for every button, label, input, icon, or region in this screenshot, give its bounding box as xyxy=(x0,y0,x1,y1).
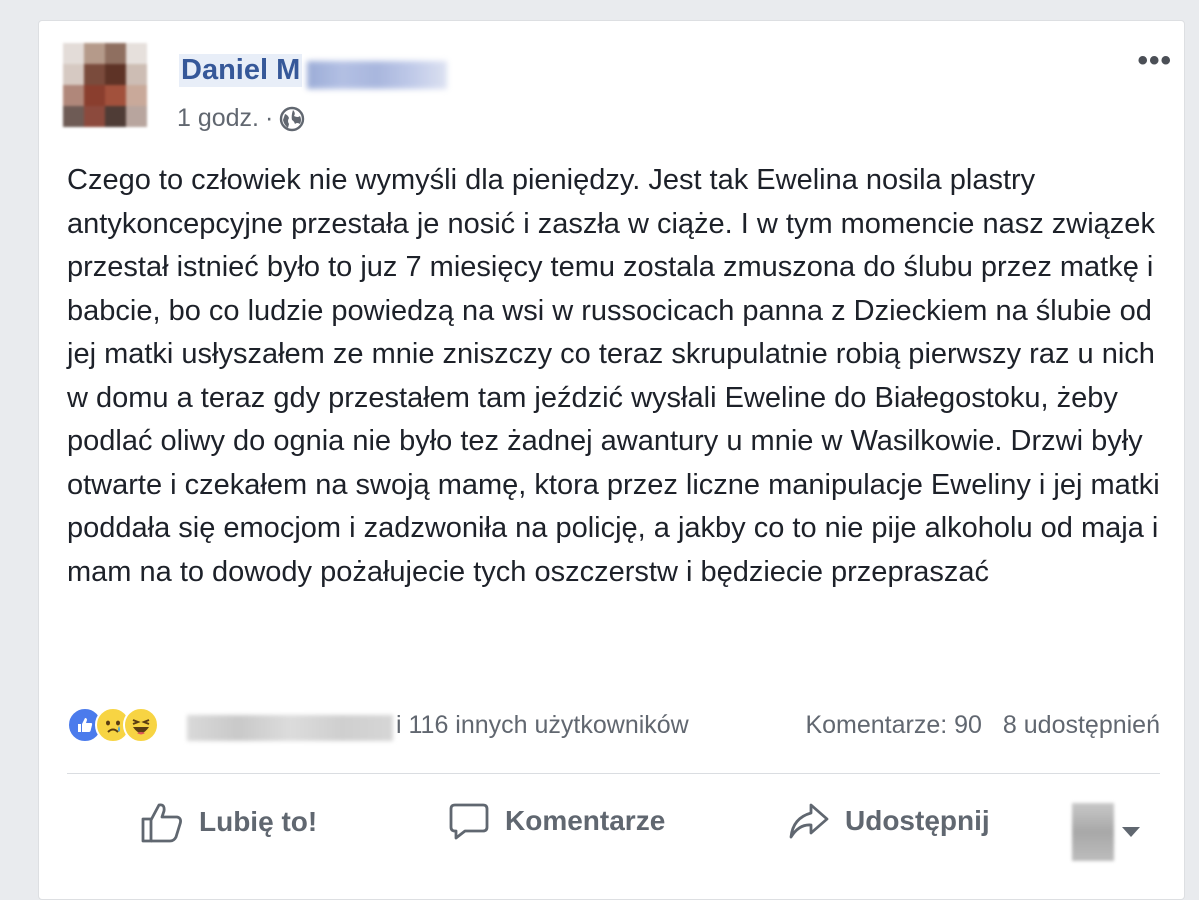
timestamp[interactable]: 1 godz. xyxy=(177,104,259,133)
action-bar: Lubię to! Komentarze Udostępnij xyxy=(67,791,1160,861)
speech-bubble-icon xyxy=(449,803,489,840)
shares-count[interactable]: 8 udostępnień xyxy=(1003,711,1160,739)
post-meta: 1 godz. · xyxy=(177,104,305,133)
redacted-avatar xyxy=(1072,803,1114,861)
engagement-counts: Komentarze: 90 8 udostępnień xyxy=(791,711,1160,740)
more-options-icon[interactable]: ••• xyxy=(1137,46,1172,76)
comment-button[interactable]: Komentarze xyxy=(447,799,665,843)
like-button[interactable]: Lubię to! xyxy=(139,799,317,845)
reactions-row: i 116 innych użytkowników Komentarze: 90… xyxy=(67,707,1160,747)
thumbs-up-icon xyxy=(141,803,182,843)
haha-icon xyxy=(123,707,159,743)
meta-separator: · xyxy=(265,104,274,132)
author-name[interactable]: Daniel M xyxy=(179,54,303,87)
comments-count[interactable]: Komentarze: 90 xyxy=(805,711,982,739)
audience-selector[interactable] xyxy=(1072,803,1140,861)
post-text: Czego to człowiek nie wymyśli dla pienię… xyxy=(67,164,1160,588)
chevron-down-icon xyxy=(1122,827,1140,837)
post-card: Daniel M 1 godz. · ••• Czego to człowiek… xyxy=(38,20,1185,900)
comment-label: Komentarze xyxy=(505,805,666,836)
avatar[interactable] xyxy=(63,43,147,127)
share-label: Udostępnij xyxy=(845,805,990,836)
share-button[interactable]: Udostępnij xyxy=(787,799,990,843)
divider xyxy=(67,773,1160,774)
share-arrow-icon xyxy=(789,803,829,839)
globe-icon[interactable] xyxy=(279,106,305,132)
redacted-name xyxy=(307,61,447,89)
like-label: Lubię to! xyxy=(199,806,318,837)
reaction-icons[interactable] xyxy=(67,707,159,743)
reactions-others[interactable]: i 116 innych użytkowników xyxy=(396,711,689,740)
redacted-reactor-names xyxy=(187,715,393,741)
